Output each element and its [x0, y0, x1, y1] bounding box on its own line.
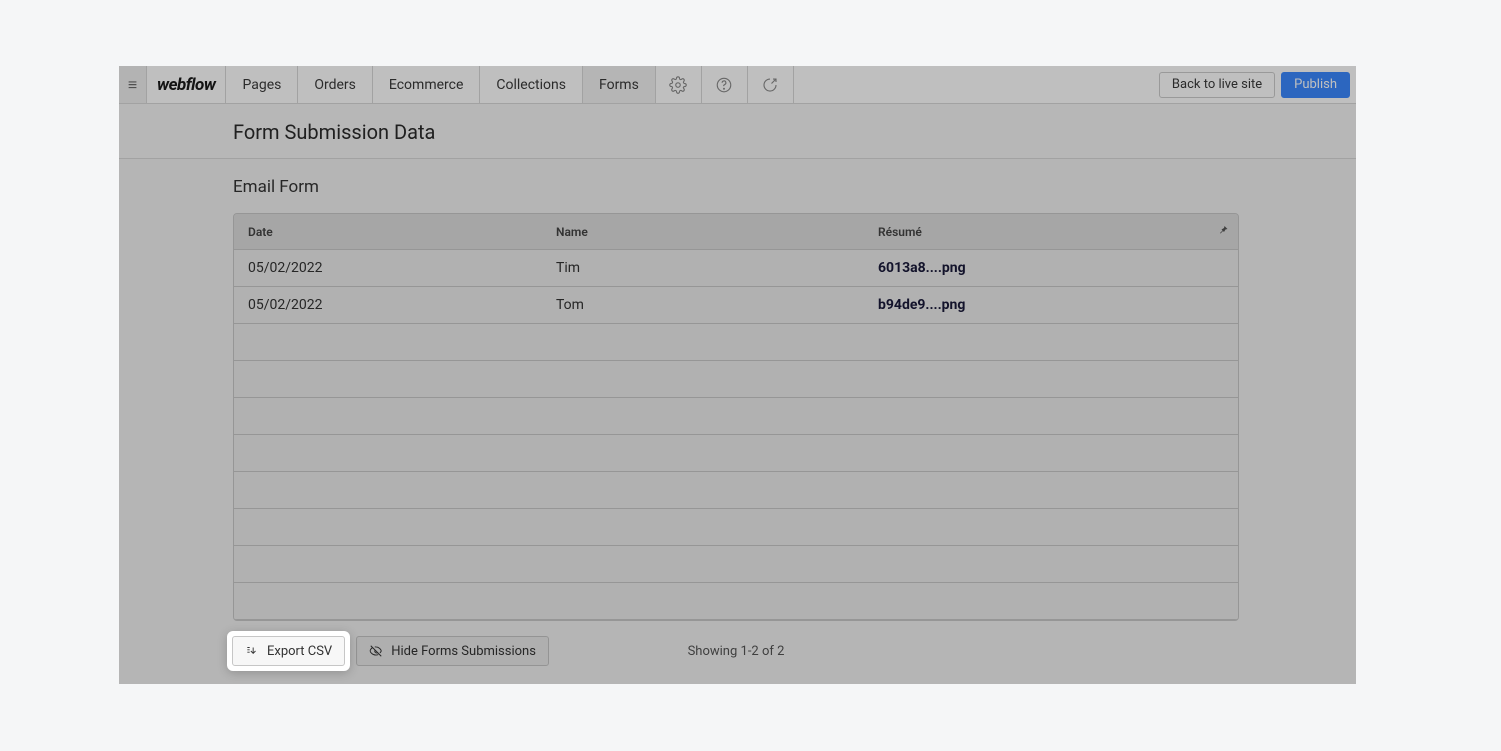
export-csv-label-bright: Export CSV — [267, 644, 332, 659]
back-to-live-button[interactable]: Back to live site — [1159, 72, 1275, 98]
top-bar: ≡ webflow PagesOrdersEcommerceCollection… — [119, 66, 1356, 104]
logo: webflow — [147, 66, 226, 103]
app-window: ≡ webflow PagesOrdersEcommerceCollection… — [119, 66, 1356, 684]
table-row[interactable]: 05/02/2022Tim6013a8....png — [234, 250, 1238, 287]
menu-icon[interactable]: ≡ — [119, 66, 147, 103]
page-title: Form Submission Data — [233, 120, 1356, 144]
tab-forms[interactable]: Forms — [583, 66, 656, 103]
form-section: Email Form Date Name Résumé 05/02/2022Ti… — [119, 159, 1356, 621]
bottom-row: Export CSV Hide Forms Submissions Showin… — [233, 636, 1239, 666]
cell-date: 05/02/2022 — [234, 260, 556, 276]
share-icon[interactable] — [748, 66, 794, 103]
tab-orders[interactable]: Orders — [298, 66, 373, 103]
cell-resume[interactable]: b94de9....png — [878, 297, 1238, 313]
table-row-empty — [234, 583, 1238, 620]
publish-button[interactable]: Publish — [1281, 72, 1350, 98]
col-date[interactable]: Date — [234, 225, 556, 239]
table-row-empty — [234, 472, 1238, 509]
hide-forms-button[interactable]: Hide Forms Submissions — [356, 636, 549, 666]
pagination-text: Showing 1-2 of 2 — [688, 644, 785, 659]
table-header: Date Name Résumé — [234, 214, 1238, 250]
gear-icon[interactable] — [656, 66, 702, 103]
table-row-empty — [234, 509, 1238, 546]
table-row-empty — [234, 361, 1238, 398]
table-row-empty — [234, 546, 1238, 583]
highlight-frame: Export CSV — [227, 631, 350, 671]
form-title: Email Form — [233, 177, 1356, 197]
export-csv-button[interactable]: Export CSV — [232, 636, 345, 666]
page-header: Form Submission Data — [119, 104, 1356, 159]
col-name[interactable]: Name — [556, 225, 878, 239]
help-icon[interactable] — [702, 66, 748, 103]
tab-pages[interactable]: Pages — [226, 66, 298, 103]
hide-forms-label: Hide Forms Submissions — [391, 644, 536, 659]
pin-icon[interactable] — [1208, 224, 1238, 239]
cell-resume[interactable]: 6013a8....png — [878, 260, 1238, 276]
topbar-right: Back to live site Publish — [1153, 66, 1356, 103]
submissions-table: Date Name Résumé 05/02/2022Tim6013a8....… — [233, 213, 1239, 621]
cell-name: Tim — [556, 260, 878, 276]
table-row[interactable]: 05/02/2022Tomb94de9....png — [234, 287, 1238, 324]
col-resume[interactable]: Résumé — [878, 225, 1208, 239]
cell-date: 05/02/2022 — [234, 297, 556, 313]
table-row-empty — [234, 324, 1238, 361]
cell-name: Tom — [556, 297, 878, 313]
table-row-empty — [234, 435, 1238, 472]
tab-collections[interactable]: Collections — [480, 66, 583, 103]
tab-ecommerce[interactable]: Ecommerce — [373, 66, 480, 103]
table-row-empty — [234, 398, 1238, 435]
nav-tabs: PagesOrdersEcommerceCollectionsForms — [226, 66, 655, 103]
